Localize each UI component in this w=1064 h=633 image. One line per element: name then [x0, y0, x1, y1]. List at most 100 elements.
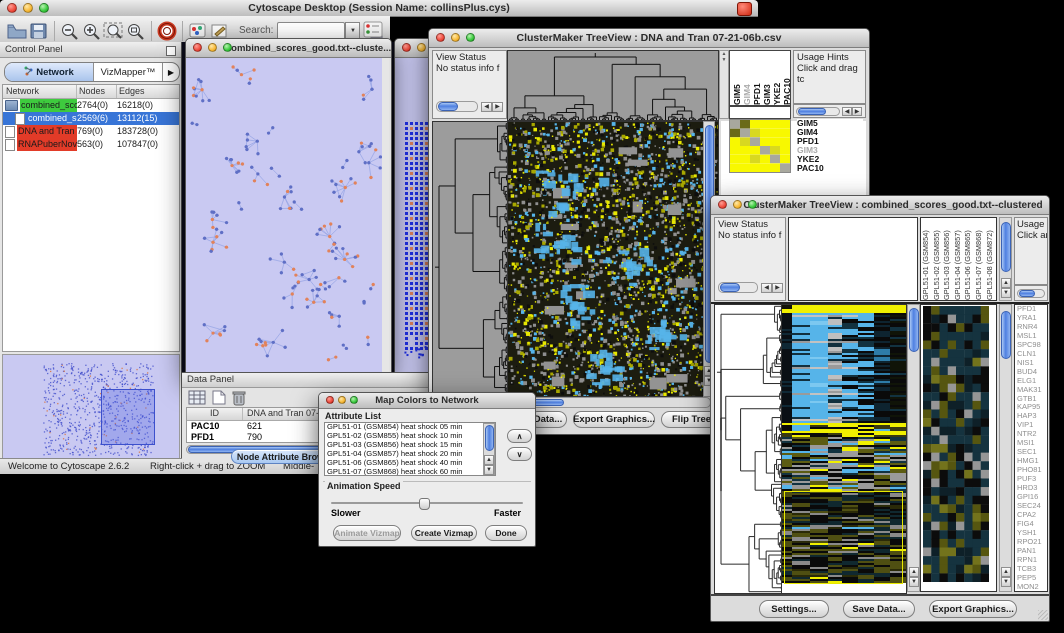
tv1-col-label[interactable]: PFD1 [752, 51, 762, 105]
tab-vizmapper[interactable]: VizMapper™ [94, 63, 163, 81]
tv2-labels-vscrollbar[interactable]: ▲ ▼ [999, 217, 1012, 301]
scroll-up-icon[interactable]: ▲ [484, 455, 494, 465]
treeview2-titlebar[interactable]: ClusterMaker TreeView : combined_scores_… [711, 196, 1049, 215]
network-table-row[interactable]: DNA and Tran 07 769(0) 183728(0) [3, 125, 179, 138]
tv2-row-dendrogram[interactable] [714, 304, 783, 594]
network-overview[interactable] [2, 354, 180, 464]
tab-overflow-button[interactable]: ▶ [163, 63, 179, 81]
network-table-row[interactable]: combined_sco 2569(6) 13112(15) [3, 112, 179, 125]
tv2-col-label[interactable]: GPL51-02 (GSM855) [932, 218, 943, 300]
zoom-in-icon[interactable] [81, 21, 103, 41]
tv2-col-label[interactable]: GPL51-07 (GSM868) [974, 218, 985, 300]
tv1-col-label[interactable]: GIM4 [742, 51, 752, 105]
attribute-list-item[interactable]: GPL51-07 (GSM868) heat shock 60 min [325, 468, 495, 476]
close-button[interactable] [7, 3, 17, 13]
tv2-col-label[interactable]: GPL51-04 (GSM857) [953, 218, 964, 300]
tv2-heatmap[interactable] [781, 304, 907, 594]
tv2-settings-button[interactable]: Settings... [759, 600, 829, 618]
zoom-selected-icon[interactable] [125, 21, 147, 41]
tv1-col-label[interactable]: PAC10 [782, 51, 791, 105]
network-table-row[interactable]: RNAPuberNov2+| 563(0) 107847(0) [3, 138, 179, 151]
dialog-titlebar[interactable]: Map Colors to Network [319, 393, 535, 409]
done-button[interactable]: Done [485, 525, 527, 541]
tv1-row-label[interactable]: PAC10 [797, 164, 863, 173]
animate-vizmap-button[interactable]: Animate Vizmap [333, 525, 401, 541]
save-icon[interactable] [28, 21, 50, 41]
scroll-right-icon[interactable]: ▶ [492, 102, 503, 112]
scroll-down-icon[interactable]: ▼ [1001, 577, 1011, 587]
minimize-button[interactable] [208, 43, 217, 52]
scroll-right-icon[interactable]: ▶ [852, 107, 862, 116]
tv1-column-dendrogram[interactable] [507, 50, 719, 121]
help-lifering-icon[interactable] [156, 21, 178, 41]
move-down-button[interactable]: ∨ [507, 447, 532, 461]
tv1-col-label[interactable]: GIM3 [762, 51, 772, 105]
treeview1-titlebar[interactable]: ClusterMaker TreeView : DNA and Tran 07-… [429, 29, 869, 48]
close-button[interactable] [402, 43, 411, 52]
close-button[interactable] [193, 43, 202, 52]
tv1-status-hscrollbar[interactable] [436, 101, 478, 112]
scroll-right-icon[interactable]: ▶ [772, 283, 783, 293]
network-table-row[interactable]: combined_scores 2764(0) 16218(0) [3, 99, 179, 112]
close-button[interactable] [326, 396, 334, 404]
tv2-save-data-button[interactable]: Save Data... [843, 600, 915, 618]
minimize-button[interactable] [451, 33, 460, 42]
scroll-up-icon[interactable]: ▲ [1001, 567, 1011, 577]
tv2-export-graphics-button[interactable]: Export Graphics... [929, 600, 1017, 618]
minimize-button[interactable] [338, 396, 346, 404]
tv2-zoom-vscrollbar[interactable]: ▲ ▼ [999, 304, 1012, 592]
legend-icon[interactable] [362, 20, 384, 40]
attribute-list-vscrollbar[interactable]: ▲ ▼ [483, 423, 495, 475]
resize-grip-icon[interactable] [1038, 610, 1048, 620]
network-table-header[interactable]: Network Nodes Edges [3, 85, 179, 99]
animation-speed-slider[interactable] [331, 498, 523, 508]
tv1-cluster-matrix[interactable] [729, 119, 791, 173]
tv2-heat-vscrollbar[interactable]: ▲ ▼ [907, 304, 920, 592]
tv2-hints-hscrollbar[interactable] [1014, 285, 1048, 301]
tv2-column-tree-area[interactable] [788, 217, 918, 301]
create-vizmap-button[interactable]: Create Vizmap [411, 525, 477, 541]
tv2-col-label[interactable]: GPL51-08 (GSM872) [985, 218, 996, 300]
search-input[interactable] [277, 22, 345, 40]
minimize-button[interactable] [417, 43, 426, 52]
close-button[interactable] [718, 200, 727, 209]
close-button[interactable] [436, 33, 445, 42]
network-canvas[interactable] [186, 58, 389, 372]
tv1-hints-hscrollbar[interactable]: ◀ ▶ [793, 104, 866, 118]
zoom-button[interactable] [466, 33, 475, 42]
attribute-listbox[interactable]: GPL51-01 (GSM854) heat shock 05 minGPL51… [324, 422, 496, 476]
zoom-button[interactable] [748, 200, 757, 209]
zoom-fit-icon[interactable] [103, 21, 125, 41]
gene-label[interactable]: MON2 [1017, 583, 1047, 592]
scroll-down-icon[interactable]: ▼ [484, 465, 494, 475]
zoom-out-icon[interactable] [59, 21, 81, 41]
tv1-heatmap[interactable] [507, 121, 719, 397]
tv2-col-label[interactable]: GPL51-03 (GSM856) [942, 218, 953, 300]
tv2-col-label[interactable]: GPL51-06 (GSM865) [963, 218, 974, 300]
tv1-col-scroll-strip[interactable]: ▲▼ [719, 50, 729, 119]
tv1-hscrollbar[interactable] [507, 397, 711, 408]
minimize-button[interactable] [733, 200, 742, 209]
scroll-left-icon[interactable]: ◀ [842, 107, 852, 116]
move-up-button[interactable]: ∧ [507, 429, 532, 443]
zoom-button[interactable] [350, 396, 358, 404]
tv1-col-label[interactable]: YKE2 [772, 51, 782, 105]
search-dropdown-button[interactable]: ▼ [345, 22, 360, 40]
tab-network[interactable]: Network [5, 63, 94, 81]
main-titlebar[interactable]: Cytoscape Desktop (Session Name: collins… [0, 0, 758, 17]
scroll-down-icon[interactable]: ▼ [909, 577, 919, 587]
tv2-status-hscrollbar[interactable] [718, 282, 758, 293]
minimize-button[interactable] [23, 3, 33, 13]
zoom-button[interactable] [39, 3, 49, 13]
scroll-down-icon[interactable]: ▼ [1001, 288, 1011, 298]
tv1-col-label[interactable]: GIM5 [732, 51, 742, 105]
slider-thumb[interactable] [419, 498, 430, 510]
scroll-up-icon[interactable]: ▲ [1001, 278, 1011, 288]
scroll-up-icon[interactable]: ▲ [909, 567, 919, 577]
tv2-col-label[interactable]: GPL51-01 (GSM854) [921, 218, 932, 300]
tv1-row-dendrogram[interactable] [432, 121, 509, 397]
tv1-export-graphics-button[interactable]: Export Graphics... [573, 411, 655, 428]
scroll-left-icon[interactable]: ◀ [761, 283, 772, 293]
tv2-zoom-heatmap[interactable] [923, 306, 989, 582]
open-file-icon[interactable] [6, 21, 28, 41]
